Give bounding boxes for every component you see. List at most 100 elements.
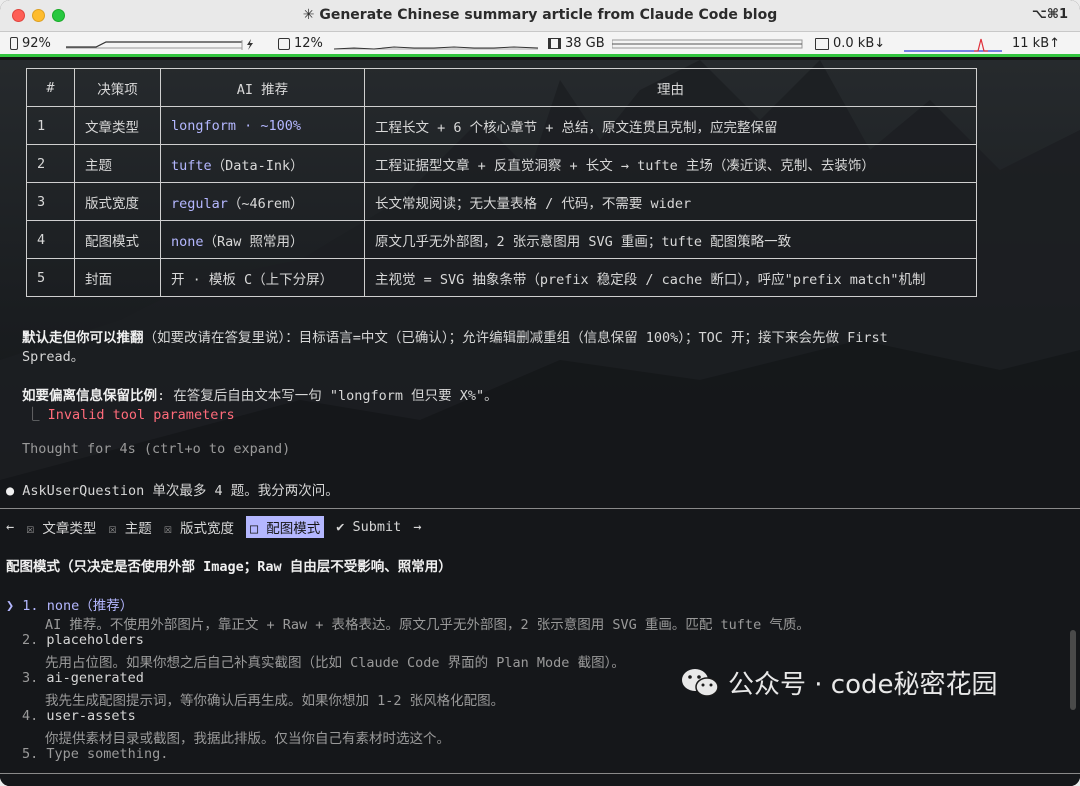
- option-number: 1.: [22, 598, 39, 614]
- wechat-icon: [682, 668, 719, 697]
- default-note-bold: 默认走但你可以推翻: [22, 330, 144, 346]
- cpu-value: 12%: [294, 36, 323, 51]
- right-arrow-icon[interactable]: →: [413, 519, 421, 535]
- row-item: 封面: [74, 258, 161, 297]
- error-line: ⎿ Invalid tool parameters: [26, 403, 235, 423]
- tab-theme[interactable]: ☒ 主题: [108, 517, 151, 537]
- option-label: Type something.: [46, 746, 169, 762]
- table-row: 2 主题 tufte（Data-Ink） 工程证据型文章 + 反直觉洞察 + 长…: [26, 144, 977, 183]
- divider-top: [0, 508, 1080, 509]
- network-icon: [815, 37, 829, 50]
- row-item: 版式宽度: [74, 182, 161, 221]
- option-5[interactable]: 5. Type something.: [22, 746, 168, 762]
- row-item: 配图模式: [74, 220, 161, 259]
- row-ai-extra: （~46rem）: [227, 195, 304, 212]
- option-number: 3.: [22, 670, 39, 686]
- checked-box-icon: ☒: [163, 521, 172, 537]
- row-ai: regular（~46rem）: [160, 182, 365, 221]
- header-reason: 理由: [364, 68, 977, 107]
- row-reason: 工程长文 + 6 个核心章节 + 总结，原文连贯且克制，应完整保留: [364, 106, 977, 145]
- left-arrow-icon[interactable]: ←: [6, 519, 14, 535]
- table-row: 3 版式宽度 regular（~46rem） 长文常规阅读；无大量表格 / 代码…: [26, 182, 977, 221]
- cpu-status: 12%: [278, 36, 323, 51]
- battery-value: 92%: [22, 36, 51, 51]
- battery-graph: [66, 39, 253, 50]
- row-num: 3: [26, 182, 75, 221]
- row-num: 4: [26, 220, 75, 259]
- scrollbar[interactable]: [1070, 630, 1076, 710]
- ask-text: AskUserQuestion 单次最多 4 题。我分两次问。: [22, 483, 339, 499]
- terminal-window: ✳ Generate Chinese summary article from …: [0, 0, 1080, 786]
- tab-label: 配图模式: [266, 521, 321, 537]
- row-ai-main: longform · ~100%: [171, 117, 302, 134]
- row-item: 文章类型: [74, 106, 161, 145]
- option-2[interactable]: 2. placeholders: [22, 632, 144, 648]
- row-item: 主题: [74, 144, 161, 183]
- row-reason: 原文几乎无外部图，2 张示意图用 SVG 重画；tufte 配图策略一致: [364, 220, 977, 259]
- tab-article-type[interactable]: ☒ 文章类型: [26, 517, 96, 537]
- bullet-icon: ●: [6, 483, 15, 499]
- divider-bottom: [0, 773, 1080, 774]
- option-1-desc: AI 推荐。不使用外部图片，靠正文 + Raw + 表格表达。原文几乎无外部图，…: [45, 617, 810, 633]
- memory-value: 38 GB: [565, 36, 605, 51]
- tab-label: 文章类型: [42, 521, 97, 537]
- header-num: #: [26, 68, 75, 107]
- checked-box-icon: ☒: [26, 521, 35, 537]
- tab-layout-width[interactable]: ☒ 版式宽度: [164, 517, 234, 537]
- error-message: Invalid tool parameters: [47, 407, 235, 423]
- header-ai: AI 推荐: [160, 68, 365, 107]
- tab-label: 主题: [124, 521, 152, 537]
- row-num: 2: [26, 144, 75, 183]
- row-ai: longform · ~100%: [160, 106, 365, 145]
- network-status: 0.0 kB↓: [815, 36, 885, 51]
- charging-icon: [247, 39, 253, 50]
- cpu-graph: [334, 46, 539, 50]
- table-row: 1 文章类型 longform · ~100% 工程长文 + 6 个核心章节 +…: [26, 106, 977, 145]
- check-icon: ✔: [336, 519, 345, 535]
- network-up-value: 11 kB↑: [1012, 36, 1061, 51]
- default-note-line2: Spread。: [22, 349, 85, 365]
- thought-line[interactable]: Thought for 4s (ctrl+o to expand): [22, 441, 290, 457]
- option-3-desc: 我先生成配图提示词，等你确认后再生成。如果你想加 1-2 张风格化配图。: [45, 693, 505, 709]
- row-reason: 工程证据型文章 + 反直觉洞察 + 长文 → tufte 主场（凑近读、克制、去…: [364, 144, 977, 183]
- selection-pointer-icon: ❯: [6, 598, 15, 614]
- row-ai: tufte（Data-Ink）: [160, 144, 365, 183]
- network-down-value: 0.0 kB↓: [833, 36, 886, 51]
- tree-branch-icon: ⎿: [26, 407, 40, 423]
- window-shortcut: ⌥⌘1: [1031, 7, 1068, 22]
- tab-image-mode[interactable]: □ 配图模式: [245, 516, 325, 538]
- option-4-desc: 你提供素材目录或截图，我据此排版。仅当你自己有素材时选这个。: [45, 731, 450, 747]
- tab-submit[interactable]: ✔ Submit: [336, 519, 401, 535]
- option-number: 2.: [22, 632, 39, 648]
- title-bar: ✳ Generate Chinese summary article from …: [0, 0, 1080, 32]
- decision-table: # 决策项 AI 推荐 理由 1 文章类型 longform · ~100% 工…: [26, 68, 977, 297]
- row-num: 5: [26, 258, 75, 297]
- window-title: ✳ Generate Chinese summary article from …: [302, 7, 778, 23]
- watermark: 公众号 · code秘密花园: [680, 664, 998, 701]
- memory-icon: [548, 38, 561, 49]
- ratio-note-rest: : 在答复后自由文本写一句 "longform 但只要 X%"。: [157, 388, 498, 404]
- header-item: 决策项: [74, 68, 161, 107]
- option-1[interactable]: ❯ 1. none（推荐）: [6, 594, 133, 614]
- option-number: 4.: [22, 708, 39, 724]
- row-ai-extra: 开 · 模板 C（上下分屏）: [171, 271, 334, 288]
- row-reason: 长文常规阅读；无大量表格 / 代码，不需要 wider: [364, 182, 977, 221]
- row-ai: none（Raw 照常用）: [160, 220, 365, 259]
- memory-graph: [612, 39, 803, 49]
- row-ai: 开 · 模板 C（上下分屏）: [160, 258, 365, 297]
- battery-status: 92%: [10, 36, 51, 51]
- row-ai-extra: （Raw 照常用）: [203, 233, 304, 250]
- tab-label: 版式宽度: [179, 521, 234, 537]
- option-label: placeholders: [46, 632, 144, 648]
- unchecked-box-icon: □: [249, 521, 259, 537]
- table-row: 5 封面 开 · 模板 C（上下分屏） 主视觉 = SVG 抽象条带（prefi…: [26, 258, 977, 297]
- battery-icon: [10, 37, 18, 50]
- table-row: 4 配图模式 none（Raw 照常用） 原文几乎无外部图，2 张示意图用 SV…: [26, 220, 977, 259]
- row-num: 1: [26, 106, 75, 145]
- option-4[interactable]: 4. user-assets: [22, 708, 136, 724]
- default-note-line: 默认走但你可以推翻（如要改请在答复里说）：目标语言=中文（已确认）；允许编辑删减…: [22, 326, 888, 346]
- status-bar: 92% 12% 38 GB 0.0 kB↓ 11 kB↑: [0, 32, 1080, 57]
- option-2-desc: 先用占位图。如果你想之后自己补真实截图（比如 Claude Code 界面的 P…: [45, 655, 625, 671]
- option-3[interactable]: 3. ai-generated: [22, 670, 144, 686]
- question-tabs: ← ☒ 文章类型 ☒ 主题 ☒ 版式宽度 □ 配图模式 ✔ Submit →: [6, 516, 421, 538]
